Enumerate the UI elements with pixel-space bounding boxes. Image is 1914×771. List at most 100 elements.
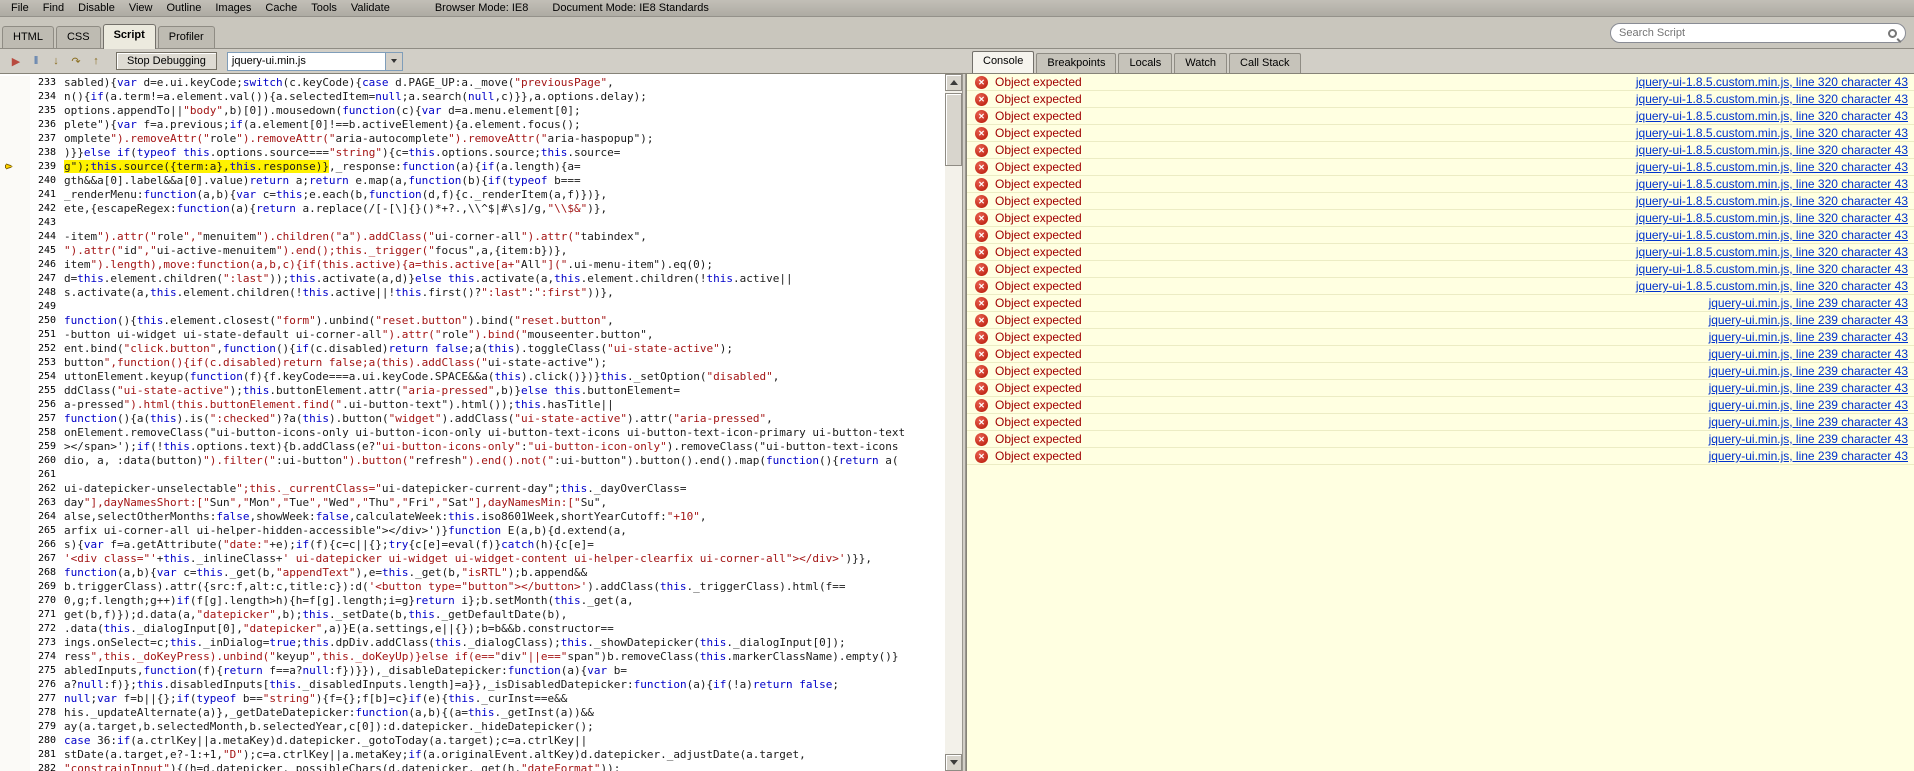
line-number[interactable]: 255 — [30, 384, 64, 398]
code-scrollbar[interactable] — [945, 74, 962, 771]
menu-file[interactable]: File — [4, 1, 36, 15]
breakpoint-margin[interactable] — [0, 118, 30, 132]
breakpoint-margin[interactable] — [0, 454, 30, 468]
line-number[interactable]: 265 — [30, 524, 64, 538]
breakpoint-margin[interactable] — [0, 104, 30, 118]
breakpoint-margin[interactable] — [0, 412, 30, 426]
line-number[interactable]: 272 — [30, 622, 64, 636]
breakpoint-margin[interactable] — [0, 762, 30, 771]
menu-tools[interactable]: Tools — [304, 1, 344, 15]
menu-cache[interactable]: Cache — [258, 1, 304, 15]
continue-icon[interactable]: ▶ — [6, 52, 26, 70]
line-number[interactable]: 235 — [30, 104, 64, 118]
search-box[interactable] — [1610, 23, 1906, 43]
line-number[interactable]: 238 — [30, 146, 64, 160]
line-number[interactable]: 233 — [30, 76, 64, 90]
line-number[interactable]: 254 — [30, 370, 64, 384]
breakpoint-margin[interactable] — [0, 384, 30, 398]
menu-view[interactable]: View — [122, 1, 160, 15]
step-over-icon[interactable]: ↷ — [66, 52, 86, 70]
menu-validate[interactable]: Validate — [344, 1, 397, 15]
line-number[interactable]: 263 — [30, 496, 64, 510]
line-number[interactable]: 275 — [30, 664, 64, 678]
line-number[interactable]: 260 — [30, 454, 64, 468]
tab-profiler[interactable]: Profiler — [158, 26, 215, 48]
breakpoint-margin[interactable] — [0, 538, 30, 552]
breakpoint-margin[interactable] — [0, 342, 30, 356]
line-number[interactable]: 251 — [30, 328, 64, 342]
document-mode-menu[interactable]: Document Mode: IE8 Standards — [548, 1, 713, 15]
console-source-link[interactable]: jquery-ui.min.js, line 239 character 43 — [1689, 415, 1908, 429]
breakpoint-margin[interactable] — [0, 188, 30, 202]
panel-tab-breakpoints[interactable]: Breakpoints — [1036, 53, 1116, 73]
line-number[interactable]: 236 — [30, 118, 64, 132]
breakpoint-margin[interactable] — [0, 524, 30, 538]
console-source-link[interactable]: jquery-ui-1.8.5.custom.min.js, line 320 … — [1616, 92, 1908, 106]
line-number[interactable]: 282 — [30, 762, 64, 771]
line-number[interactable]: 234 — [30, 90, 64, 104]
console-source-link[interactable]: jquery-ui-1.8.5.custom.min.js, line 320 … — [1616, 262, 1908, 276]
breakpoint-margin[interactable]: ► — [0, 160, 30, 174]
menu-images[interactable]: Images — [208, 1, 258, 15]
line-number[interactable]: 257 — [30, 412, 64, 426]
console-source-link[interactable]: jquery-ui-1.8.5.custom.min.js, line 320 … — [1616, 75, 1908, 89]
breakpoint-margin[interactable] — [0, 580, 30, 594]
script-file-select[interactable]: jquery-ui.min.js — [227, 52, 403, 71]
breakpoint-margin[interactable] — [0, 664, 30, 678]
breakpoint-margin[interactable] — [0, 594, 30, 608]
breakpoint-margin[interactable] — [0, 468, 30, 482]
console-source-link[interactable]: jquery-ui-1.8.5.custom.min.js, line 320 … — [1616, 126, 1908, 140]
scroll-down-button[interactable] — [945, 754, 962, 771]
console-source-link[interactable]: jquery-ui-1.8.5.custom.min.js, line 320 … — [1616, 228, 1908, 242]
breakpoint-margin[interactable] — [0, 314, 30, 328]
breakpoint-margin[interactable] — [0, 244, 30, 258]
console-source-link[interactable]: jquery-ui.min.js, line 239 character 43 — [1689, 432, 1908, 446]
breakpoint-margin[interactable] — [0, 174, 30, 188]
breakpoint-margin[interactable] — [0, 636, 30, 650]
breakpoint-margin[interactable] — [0, 76, 30, 90]
panel-tab-call-stack[interactable]: Call Stack — [1229, 53, 1301, 73]
stop-debugging-button[interactable]: Stop Debugging — [116, 52, 217, 70]
breakpoint-margin[interactable] — [0, 146, 30, 160]
line-number[interactable]: 247 — [30, 272, 64, 286]
tab-html[interactable]: HTML — [2, 26, 54, 48]
console-source-link[interactable]: jquery-ui-1.8.5.custom.min.js, line 320 … — [1616, 245, 1908, 259]
line-number[interactable]: 264 — [30, 510, 64, 524]
breakpoint-margin[interactable] — [0, 286, 30, 300]
line-number[interactable]: 243 — [30, 216, 64, 230]
line-number[interactable]: 267 — [30, 552, 64, 566]
scrollbar-thumb[interactable] — [945, 93, 962, 166]
tab-css[interactable]: CSS — [56, 26, 101, 48]
step-out-icon[interactable]: ↑ — [86, 52, 106, 70]
menu-disable[interactable]: Disable — [71, 1, 122, 15]
tab-script[interactable]: Script — [103, 24, 156, 49]
line-number[interactable]: 276 — [30, 678, 64, 692]
breakpoint-margin[interactable] — [0, 482, 30, 496]
line-number[interactable]: 237 — [30, 132, 64, 146]
breakpoint-margin[interactable] — [0, 510, 30, 524]
breakpoint-margin[interactable] — [0, 300, 30, 314]
line-number[interactable]: 248 — [30, 286, 64, 300]
panel-tab-locals[interactable]: Locals — [1118, 53, 1172, 73]
breakpoint-margin[interactable] — [0, 608, 30, 622]
breakpoint-margin[interactable] — [0, 678, 30, 692]
line-number[interactable]: 245 — [30, 244, 64, 258]
breakpoint-margin[interactable] — [0, 272, 30, 286]
line-number[interactable]: 268 — [30, 566, 64, 580]
console-source-link[interactable]: jquery-ui.min.js, line 239 character 43 — [1689, 449, 1908, 463]
console-source-link[interactable]: jquery-ui-1.8.5.custom.min.js, line 320 … — [1616, 160, 1908, 174]
console-source-link[interactable]: jquery-ui.min.js, line 239 character 43 — [1689, 296, 1908, 310]
line-number[interactable]: 274 — [30, 650, 64, 664]
breakpoint-margin[interactable] — [0, 650, 30, 664]
line-number[interactable]: 281 — [30, 748, 64, 762]
console-source-link[interactable]: jquery-ui-1.8.5.custom.min.js, line 320 … — [1616, 211, 1908, 225]
console-source-link[interactable]: jquery-ui.min.js, line 239 character 43 — [1689, 398, 1908, 412]
breakpoint-margin[interactable] — [0, 426, 30, 440]
line-number[interactable]: 280 — [30, 734, 64, 748]
line-number[interactable]: 278 — [30, 706, 64, 720]
console-source-link[interactable]: jquery-ui-1.8.5.custom.min.js, line 320 … — [1616, 194, 1908, 208]
breakpoint-margin[interactable] — [0, 398, 30, 412]
breakpoint-margin[interactable] — [0, 370, 30, 384]
line-number[interactable]: 246 — [30, 258, 64, 272]
line-number[interactable]: 249 — [30, 300, 64, 314]
